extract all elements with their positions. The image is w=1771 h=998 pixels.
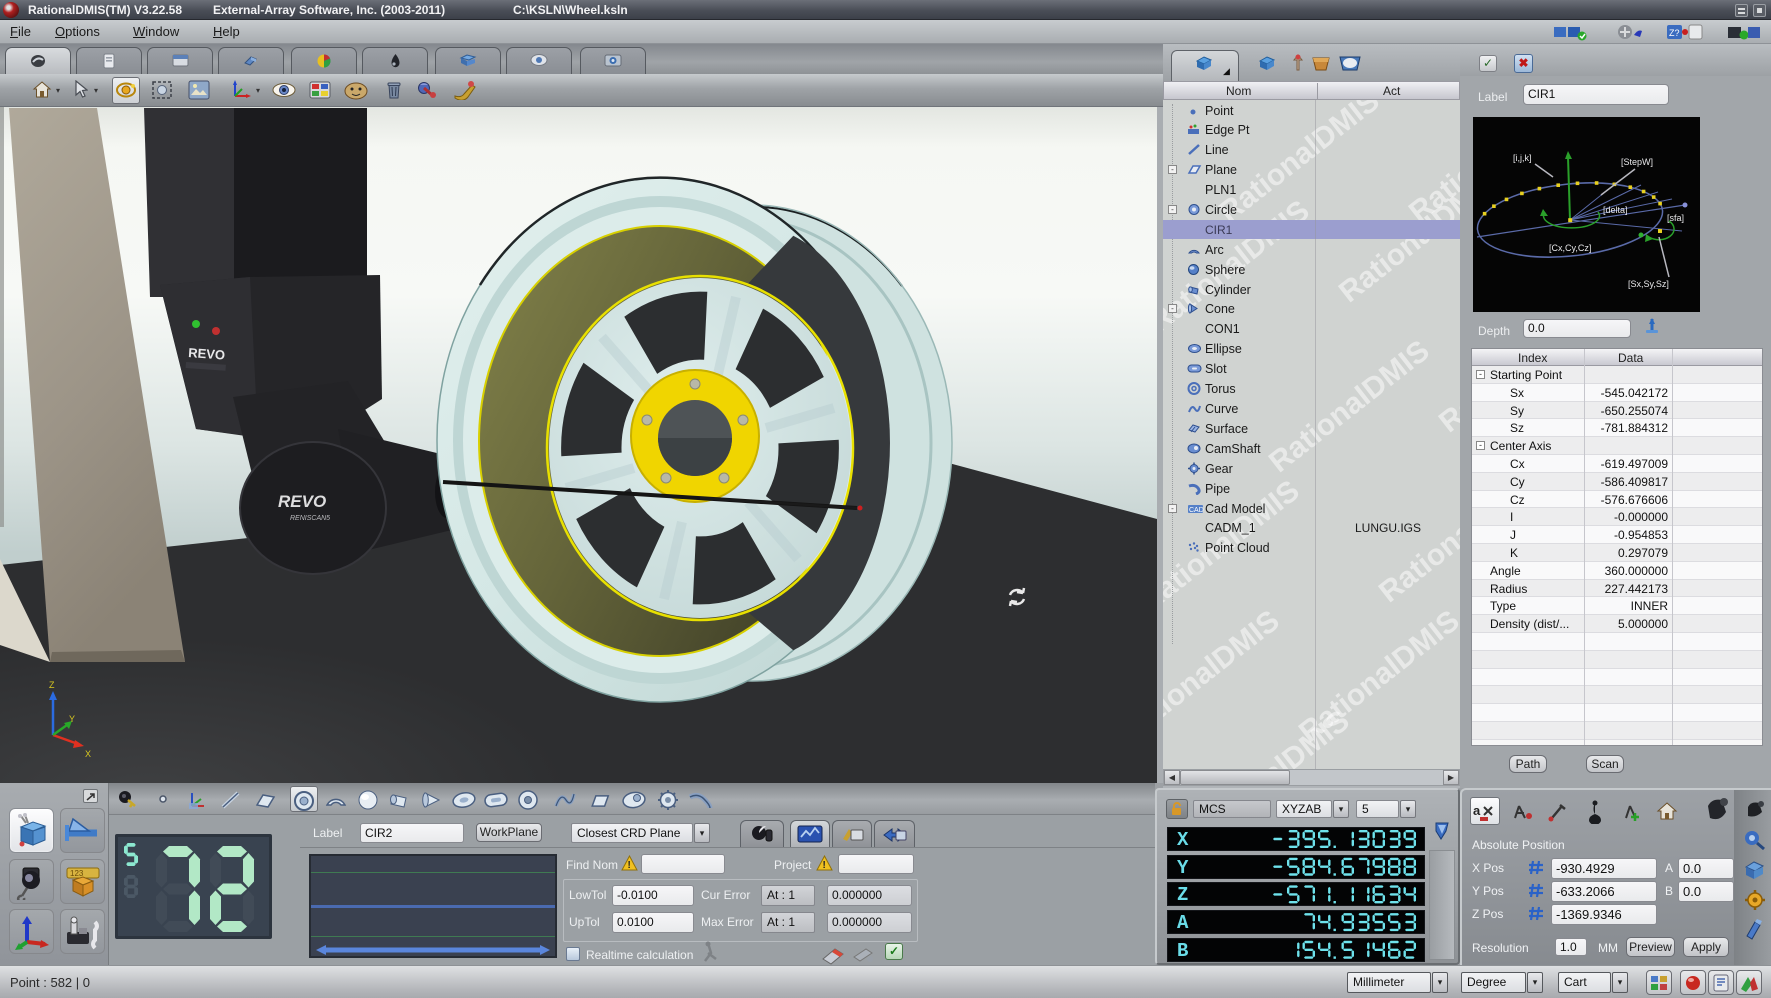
- svg-text:!: !: [628, 860, 631, 871]
- svg-text:[StepW]: [StepW]: [1621, 157, 1653, 167]
- svg-text:CAD: CAD: [1189, 507, 1204, 514]
- svg-text:X: X: [85, 749, 91, 759]
- svg-text:REVO: REVO: [188, 345, 226, 363]
- svg-text:[delta]: [delta]: [1603, 205, 1628, 215]
- svg-text:[Cx,Cy,Cz]: [Cx,Cy,Cz]: [1549, 243, 1591, 253]
- svg-text:Z: Z: [49, 680, 55, 690]
- svg-text:Z?: Z?: [1669, 28, 1680, 38]
- svg-text:REVO: REVO: [278, 492, 326, 511]
- svg-text:RENISCAN5: RENISCAN5: [290, 515, 330, 522]
- svg-text:Y: Y: [69, 714, 75, 724]
- svg-text:!: !: [823, 860, 826, 871]
- svg-text:a: a: [1473, 803, 1481, 818]
- svg-text:[i,j,k]: [i,j,k]: [1513, 153, 1532, 163]
- svg-text:[sfa]: [sfa]: [1667, 213, 1684, 223]
- svg-text:123: 123: [70, 869, 84, 878]
- svg-text:[Sx,Sy,Sz]: [Sx,Sy,Sz]: [1628, 279, 1669, 289]
